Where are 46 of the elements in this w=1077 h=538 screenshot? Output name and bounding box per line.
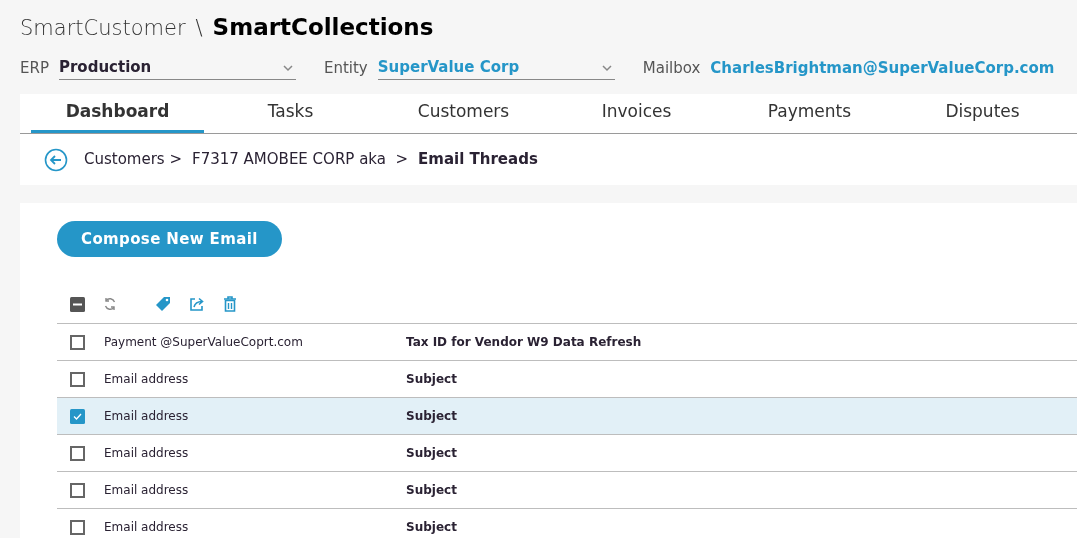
module-title: SmartCollections — [212, 13, 434, 42]
email-subject: Subject — [406, 519, 457, 536]
email-row[interactable]: Payment @SuperValueCoprt.com Tax ID for Vendor W9 Data Refresh — [57, 324, 1077, 361]
email-address: Email address — [104, 445, 190, 462]
email-subject: Subject — [406, 371, 457, 388]
nav-tab[interactable]: Customers — [377, 94, 550, 133]
chevron-down-icon — [600, 63, 613, 72]
checkbox[interactable] — [70, 408, 85, 424]
breadcrumb-separator: \ — [195, 15, 203, 42]
checkbox[interactable] — [70, 482, 85, 498]
email-address: Email address — [104, 519, 190, 536]
breadcrumb-link[interactable]: Customers > — [84, 148, 182, 171]
checkbox[interactable] — [70, 445, 85, 461]
email-subject: Tax ID for Vendor W9 Data Refresh — [406, 334, 642, 351]
filter-label: Entity — [323, 57, 368, 79]
email-address: Email address — [104, 408, 190, 425]
email-address: Payment @SuperValueCoprt.com — [104, 334, 304, 351]
app-title: SmartCustomer — [20, 15, 186, 42]
email-address: Email address — [104, 482, 190, 499]
refresh-icon[interactable] — [103, 297, 117, 311]
tag-icon[interactable] — [155, 296, 171, 312]
checkbox[interactable] — [70, 371, 85, 387]
email-subject: Subject — [406, 482, 457, 499]
breadcrumb-link[interactable]: F7317 AMOBEE CORP aka > — [192, 148, 409, 171]
email-row[interactable]: Email address Subject — [57, 509, 1077, 538]
nav-tab[interactable]: Disputes — [896, 94, 1069, 133]
email-row[interactable]: Email address Subject — [57, 472, 1077, 509]
nav-tab[interactable]: Invoices — [550, 94, 723, 133]
checkbox[interactable] — [70, 519, 85, 535]
filter-label: Mailbox — [642, 57, 701, 79]
email-row[interactable]: Email address Subject — [57, 398, 1077, 435]
email-address: Email address — [104, 371, 190, 388]
email-subject: Subject — [406, 445, 457, 462]
breadcrumb-current: Email Threads — [418, 149, 538, 171]
nav-tab[interactable]: Tasks — [204, 94, 377, 133]
checkbox[interactable] — [70, 334, 85, 350]
trash-icon[interactable] — [223, 296, 237, 312]
indeterminate-checkbox[interactable] — [70, 296, 85, 312]
mailbox-address: CharlesBrightman@SuperValueCorp.com — [710, 57, 1055, 79]
email-row[interactable]: Email address Subject — [57, 435, 1077, 472]
share-icon[interactable] — [189, 296, 205, 312]
chevron-down-icon — [281, 63, 294, 72]
nav-tab[interactable]: Payments — [723, 94, 896, 133]
email-subject: Subject — [406, 408, 457, 425]
filter-label: ERP — [20, 57, 49, 79]
erp-dropdown[interactable]: Production — [58, 56, 296, 80]
